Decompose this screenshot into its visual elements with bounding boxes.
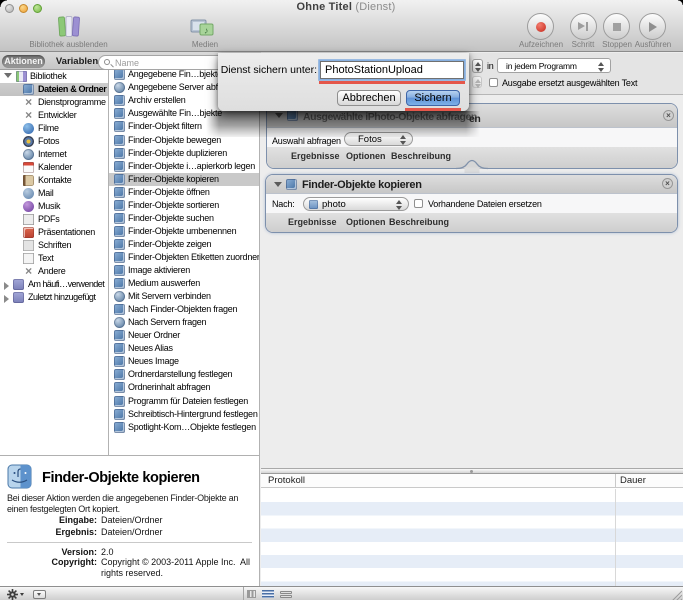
- svg-text:♪: ♪: [204, 26, 209, 36]
